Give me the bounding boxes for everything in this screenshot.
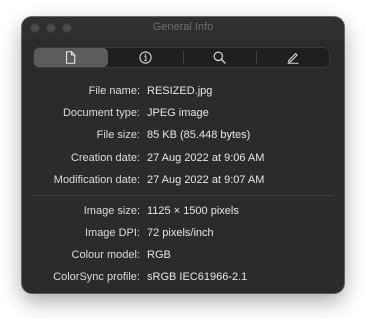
colorsync-profile-value: sRGB IEC61966-2.1 bbox=[147, 271, 248, 283]
modification-date-label: Modification date: bbox=[53, 174, 140, 186]
file-name-label: File name: bbox=[88, 85, 140, 97]
info-row-file-name: File name: RESIZED.jpg bbox=[22, 83, 344, 99]
tab-general[interactable] bbox=[34, 48, 108, 67]
creation-date-label: Creation date: bbox=[70, 152, 140, 164]
colour-model-value: RGB bbox=[147, 249, 171, 261]
image-dpi-value: 72 pixels/inch bbox=[147, 227, 214, 239]
info-icon bbox=[139, 51, 152, 64]
colour-model-label: Colour model: bbox=[71, 249, 140, 261]
section-divider bbox=[32, 195, 334, 196]
tab-edit[interactable] bbox=[256, 47, 330, 68]
info-row-document-type: Document type: JPEG image bbox=[22, 105, 344, 121]
file-name-value: RESIZED.jpg bbox=[147, 85, 213, 97]
info-row-file-size: File size: 85 KB (85.448 bytes) bbox=[22, 127, 344, 143]
inspector-tab-bar bbox=[33, 47, 330, 68]
tab-info[interactable] bbox=[109, 47, 183, 68]
title-bar[interactable]: General Info bbox=[22, 17, 344, 39]
colorsync-profile-label: ColorSync profile: bbox=[53, 271, 140, 283]
info-row-creation-date: Creation date: 27 Aug 2022 at 9:06 AM bbox=[22, 150, 344, 166]
info-row-colour-model: Colour model: RGB bbox=[22, 247, 344, 263]
tab-search[interactable] bbox=[182, 47, 257, 68]
image-dpi-label: Image DPI: bbox=[84, 227, 140, 239]
document-type-value: JPEG image bbox=[147, 107, 209, 119]
document-type-label: Document type: bbox=[62, 107, 140, 119]
info-row-modification-date: Modification date: 27 Aug 2022 at 9:07 A… bbox=[22, 172, 344, 188]
creation-date-value: 27 Aug 2022 at 9:06 AM bbox=[147, 152, 265, 164]
file-size-value: 85 KB (85.448 bytes) bbox=[147, 129, 251, 141]
info-row-image-dpi: Image DPI: 72 pixels/inch bbox=[22, 225, 344, 241]
pencil-icon bbox=[286, 51, 300, 64]
image-size-label: Image size: bbox=[83, 205, 140, 217]
document-icon bbox=[65, 51, 76, 64]
magnifier-icon bbox=[213, 51, 226, 64]
file-size-label: File size: bbox=[96, 129, 140, 141]
window-title: General Info bbox=[152, 21, 214, 33]
info-row-image-size: Image size: 1125 × 1500 pixels bbox=[22, 203, 344, 219]
image-size-value: 1125 × 1500 pixels bbox=[147, 205, 239, 217]
modification-date-value: 27 Aug 2022 at 9:07 AM bbox=[147, 174, 265, 186]
general-info-window: General Info File name: RESIZED.jpg Docu… bbox=[22, 17, 344, 293]
info-row-colorsync-profile: ColorSync profile: sRGB IEC61966-2.1 bbox=[22, 269, 344, 285]
